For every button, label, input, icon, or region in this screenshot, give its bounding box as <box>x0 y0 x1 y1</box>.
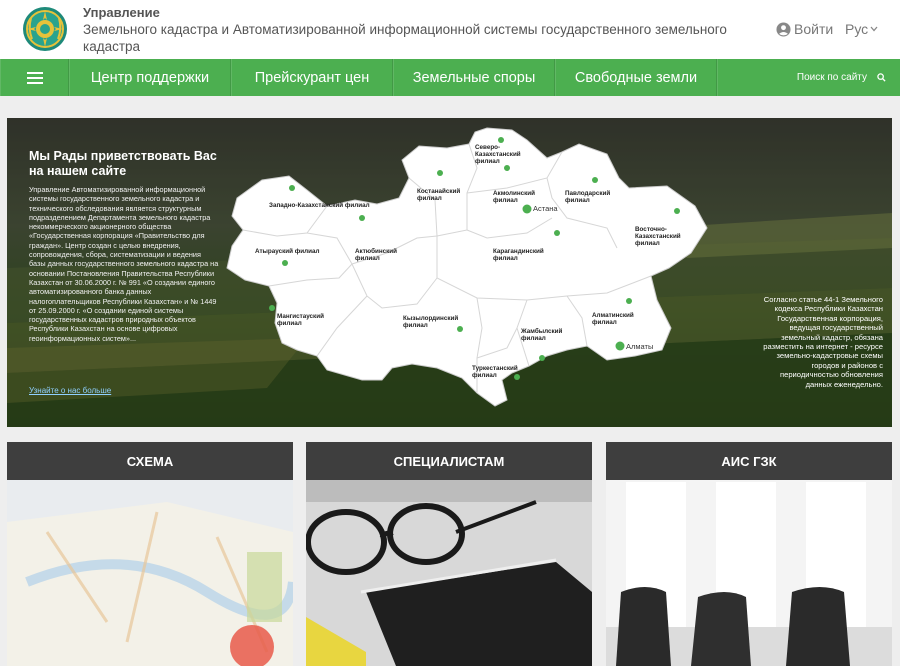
region-label-atyrau[interactable]: Атырауский филиал <box>255 248 320 255</box>
emblem-logo[interactable] <box>22 6 68 52</box>
nav-land-disputes[interactable]: Земельные споры <box>393 59 555 96</box>
region-label-turkestan[interactable]: Туркестанский филиал <box>472 365 522 379</box>
region-label-karaganda[interactable]: Карагандинский филиал <box>493 248 551 262</box>
region-label-north-kazakhstan[interactable]: Северо-Казахстанский филиал <box>475 144 525 165</box>
marker-zhambyl <box>539 355 545 361</box>
marker-akmola <box>504 165 510 171</box>
marker-astana <box>522 204 532 214</box>
region-label-akmola[interactable]: Акмолинский филиал <box>493 190 537 204</box>
marker-mangistau <box>269 305 275 311</box>
region-label-pavlodar[interactable]: Павлодарский филиал <box>565 190 615 204</box>
region-label-kyzylorda[interactable]: Кызылординский филиал <box>403 315 463 329</box>
marker-almaty-region <box>626 298 632 304</box>
search-label: Поиск по сайту <box>796 72 867 83</box>
card-scheme-title: СХЕМА <box>7 442 293 480</box>
marker-pavlodar <box>592 177 598 183</box>
city-label-almaty: Алматы <box>626 342 654 351</box>
login-button[interactable]: Войти <box>776 21 833 37</box>
site-header: Управление Земельного кадастра и Автомат… <box>0 0 900 59</box>
main-nav: Центр поддержки Прейскурант цен Земельны… <box>0 59 900 96</box>
site-search[interactable]: Поиск по сайту <box>717 59 900 96</box>
marker-north-kazakhstan <box>498 137 504 143</box>
region-label-zhambyl[interactable]: Жамбылский филиал <box>521 328 567 342</box>
card-ais-gzk[interactable]: АИС ГЗК <box>606 442 892 666</box>
language-selector[interactable]: Рус <box>845 21 878 37</box>
marker-east-kazakhstan <box>674 208 680 214</box>
menu-button[interactable] <box>0 59 69 96</box>
marker-west-kazakhstan <box>289 185 295 191</box>
marker-atyrau <box>282 260 288 266</box>
marker-karaganda <box>554 230 560 236</box>
card-specialists-title: СПЕЦИАЛИСТАМ <box>306 442 592 480</box>
card-scheme[interactable]: СХЕМА <box>7 442 293 666</box>
user-icon <box>776 21 791 37</box>
marker-kostanay <box>437 170 443 176</box>
region-label-east-kazakhstan[interactable]: Восточно-Казахстанский филиал <box>635 226 691 247</box>
card-ais-gzk-title: АИС ГЗК <box>606 442 892 480</box>
hamburger-icon <box>26 71 43 84</box>
land-code-notice: Согласно статье 44-1 Земельного кодекса … <box>763 295 883 389</box>
region-label-mangistau[interactable]: Мангистауский филиал <box>277 313 337 327</box>
region-label-almaty-region[interactable]: Алматинский филиал <box>592 312 642 326</box>
org-subtitle: Земельного кадастра и Автоматизированной… <box>83 22 727 54</box>
card-specialists[interactable]: СПЕЦИАЛИСТАМ <box>306 442 592 666</box>
nav-free-lands[interactable]: Свободные земли <box>555 59 717 96</box>
nav-price-list[interactable]: Прейскурант цен <box>231 59 393 96</box>
nav-support-center[interactable]: Центр поддержки <box>69 59 231 96</box>
marker-almaty <box>615 341 625 351</box>
region-label-kostanay[interactable]: Костанайский филиал <box>417 188 469 202</box>
chevron-down-icon <box>870 26 878 32</box>
marker-aktobe <box>359 215 365 221</box>
hero-banner: Мы Рады приветствовать Вас на нашем сайт… <box>7 118 892 427</box>
city-label-astana: Астана <box>533 204 558 213</box>
search-icon <box>877 73 886 82</box>
language-label: Рус <box>845 21 869 37</box>
region-label-aktobe[interactable]: Актюбинский филиал <box>355 248 403 262</box>
login-label: Войти <box>794 21 834 37</box>
region-label-west-kazakhstan[interactable]: Западно-Казахстанский филиал <box>269 202 370 209</box>
org-title: Управление <box>83 5 160 20</box>
